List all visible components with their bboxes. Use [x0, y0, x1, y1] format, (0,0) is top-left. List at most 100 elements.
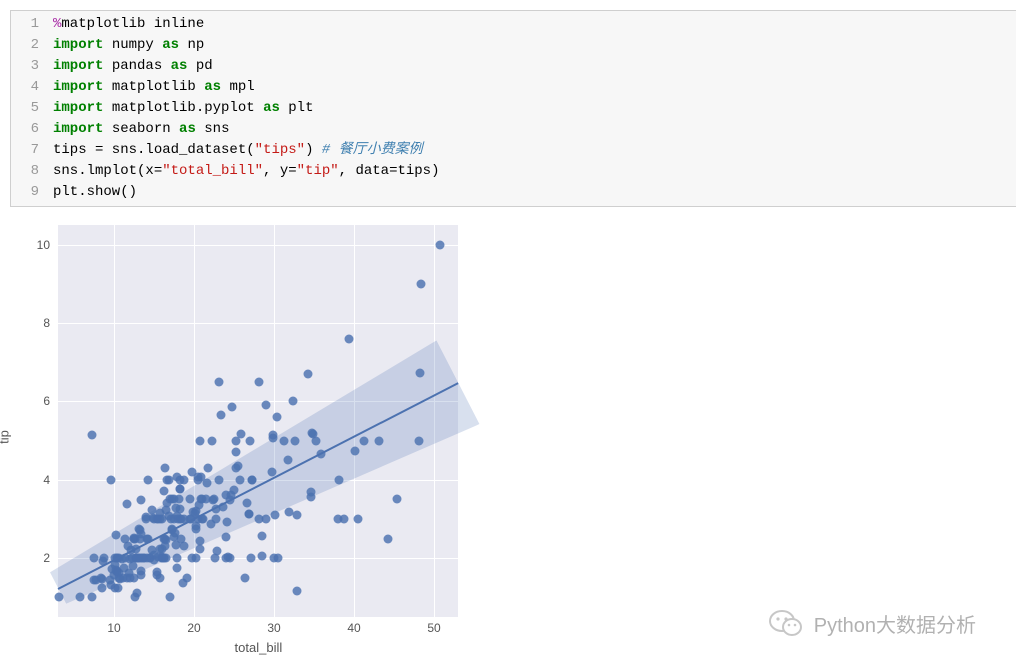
data-point — [161, 542, 170, 551]
data-point — [175, 495, 184, 504]
data-point — [207, 436, 216, 445]
data-point — [292, 586, 301, 595]
x-tick: 40 — [347, 621, 360, 635]
data-point — [257, 532, 266, 541]
line-number: 3 — [17, 56, 39, 77]
data-point — [230, 485, 239, 494]
data-point — [206, 519, 215, 528]
data-point — [161, 505, 170, 514]
data-point — [203, 464, 212, 473]
data-point — [227, 403, 236, 412]
data-point — [307, 488, 316, 497]
x-tick: 20 — [187, 621, 200, 635]
data-point — [384, 534, 393, 543]
y-axis-label: tip — [0, 430, 12, 444]
data-point — [176, 505, 185, 514]
watermark: Python大数据分析 — [768, 605, 976, 641]
data-point — [197, 495, 206, 504]
data-point — [136, 525, 145, 534]
data-point — [280, 436, 289, 445]
data-point — [221, 532, 230, 541]
line-number: 2 — [17, 35, 39, 56]
data-point — [137, 496, 146, 505]
data-point — [273, 413, 282, 422]
data-point — [244, 509, 253, 518]
code-line: import seaborn as sns — [53, 119, 440, 140]
line-number: 5 — [17, 98, 39, 119]
y-tick: 8 — [43, 316, 50, 330]
watermark-text: Python大数据分析 — [814, 609, 976, 638]
data-point — [110, 583, 119, 592]
data-point — [194, 475, 203, 484]
data-point — [241, 573, 250, 582]
data-point — [215, 377, 224, 386]
line-number: 6 — [17, 119, 39, 140]
line-number: 8 — [17, 161, 39, 182]
code-line: import pandas as pd — [53, 56, 440, 77]
data-point — [308, 429, 317, 438]
data-point — [271, 511, 280, 520]
data-point — [270, 554, 279, 563]
x-axis-label: total_bill — [235, 640, 283, 655]
data-point — [170, 515, 179, 524]
data-point — [354, 515, 363, 524]
line-number: 7 — [17, 140, 39, 161]
y-tick: 10 — [37, 238, 50, 252]
data-point — [291, 436, 300, 445]
data-point — [106, 475, 115, 484]
data-point — [216, 411, 225, 420]
data-point — [196, 544, 205, 553]
data-point — [232, 447, 241, 456]
data-point — [98, 583, 107, 592]
data-point — [339, 515, 348, 524]
data-point — [262, 400, 271, 409]
data-point — [137, 570, 146, 579]
data-point — [162, 475, 171, 484]
code-line: import numpy as np — [53, 35, 440, 56]
data-point — [136, 534, 145, 543]
line-number: 4 — [17, 77, 39, 98]
data-point — [374, 436, 383, 445]
data-point — [122, 499, 131, 508]
code-line: sns.lmplot(x="total_bill", y="tip", data… — [53, 161, 440, 182]
wechat-icon — [768, 605, 804, 641]
data-point — [222, 554, 231, 563]
data-point — [91, 576, 100, 585]
data-point — [237, 430, 246, 439]
data-point — [268, 431, 277, 440]
data-point — [231, 464, 240, 473]
data-point — [246, 436, 255, 445]
data-point — [195, 436, 204, 445]
data-point — [54, 593, 63, 602]
code-line: import matplotlib as mpl — [53, 77, 440, 98]
chart-output: tip 246810 1020304050 total_bill — [10, 217, 470, 657]
gutter: 123456789 — [11, 11, 45, 206]
data-point — [304, 369, 313, 378]
data-point — [188, 554, 197, 563]
line-number: 9 — [17, 182, 39, 203]
data-point — [416, 368, 425, 377]
data-point — [153, 553, 162, 562]
x-tick: 10 — [107, 621, 120, 635]
data-point — [258, 552, 267, 561]
data-point — [415, 436, 424, 445]
data-point — [130, 593, 139, 602]
data-point — [255, 515, 264, 524]
data-point — [134, 554, 143, 563]
data-point — [144, 475, 153, 484]
y-tick: 4 — [43, 473, 50, 487]
y-tick: 6 — [43, 394, 50, 408]
data-point — [334, 475, 343, 484]
data-point — [142, 515, 151, 524]
data-point — [345, 335, 354, 344]
data-point — [235, 475, 244, 484]
data-point — [175, 485, 184, 494]
x-tick: 50 — [427, 621, 440, 635]
code-line: import matplotlib.pyplot as plt — [53, 98, 440, 119]
data-point — [283, 456, 292, 465]
data-point — [179, 542, 188, 551]
data-point — [293, 510, 302, 519]
code-line: tips = sns.load_dataset("tips") # 餐厅小费案例 — [53, 140, 440, 161]
data-point — [155, 573, 164, 582]
data-point — [222, 518, 231, 527]
